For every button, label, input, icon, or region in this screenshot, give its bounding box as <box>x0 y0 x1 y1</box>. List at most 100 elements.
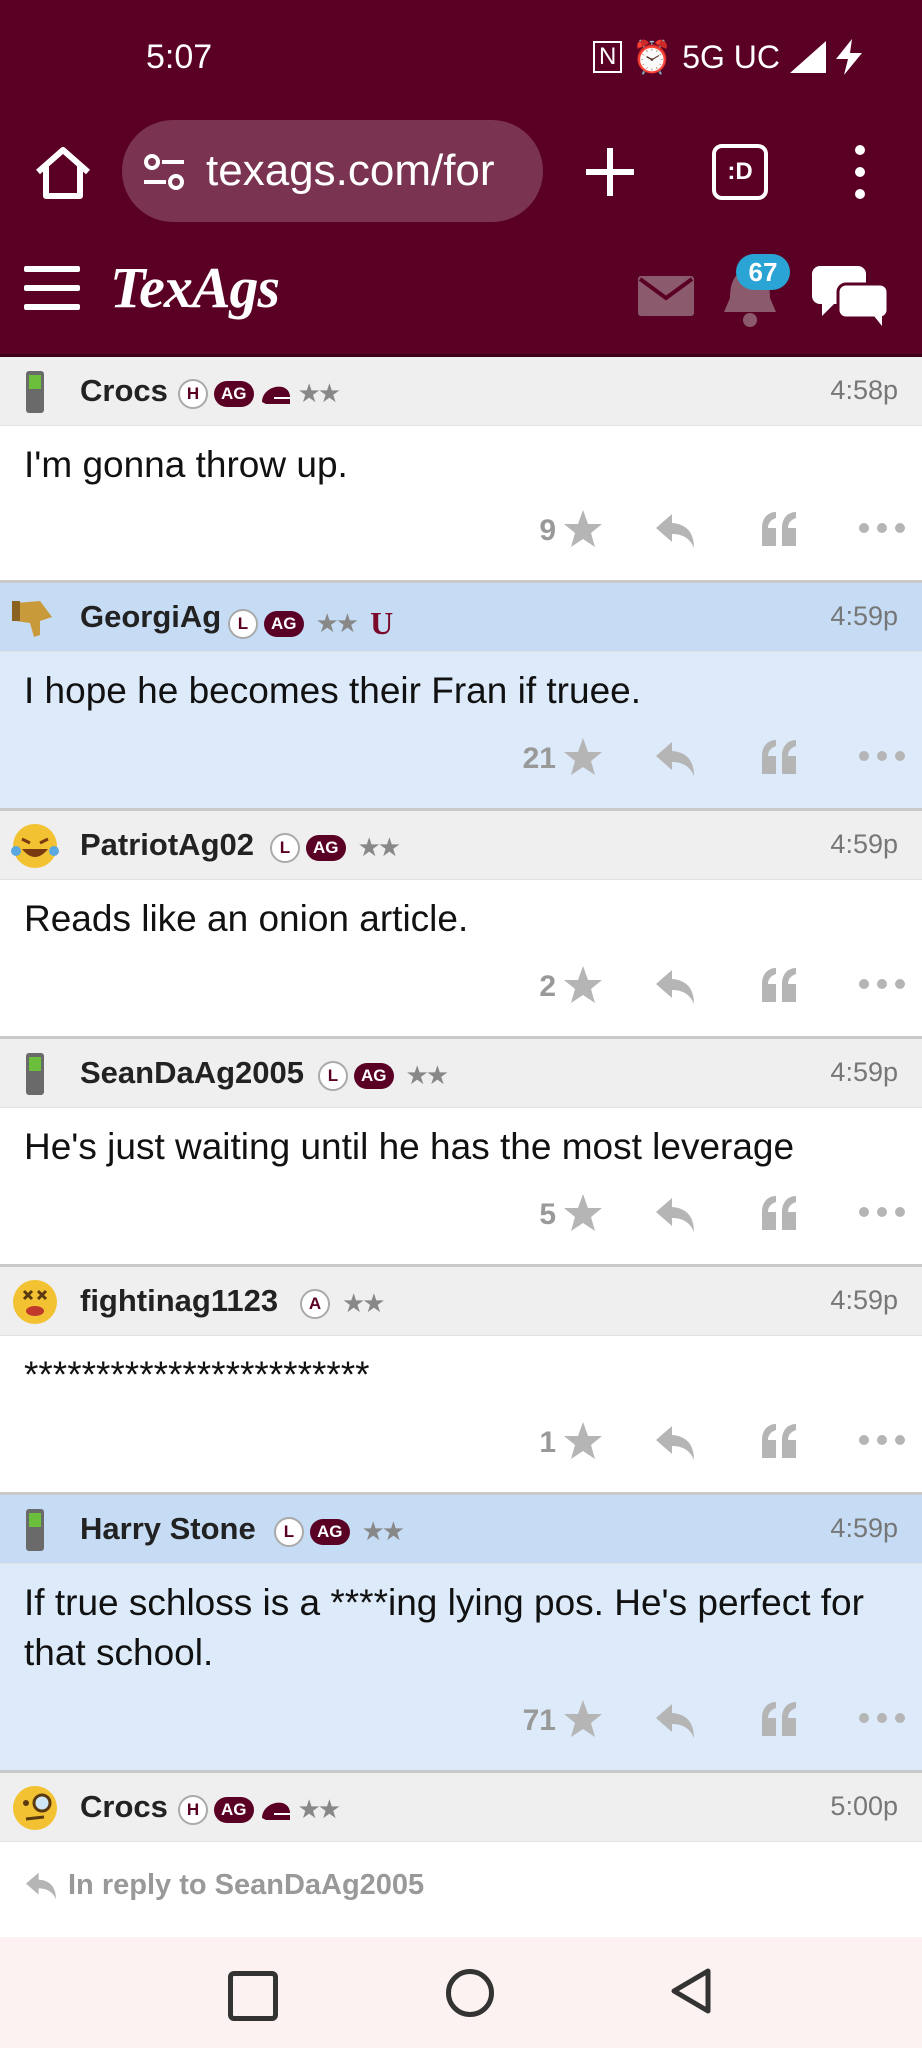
badge-ag: AG <box>264 610 304 637</box>
recents-button[interactable] <box>228 1971 278 2021</box>
dizzy-face-avatar-icon[interactable] <box>10 1277 60 1327</box>
post-username[interactable]: fightinag1123 <box>80 1283 278 1319</box>
more-horiz-icon[interactable] <box>858 748 906 764</box>
monocle-face-avatar-icon[interactable] <box>10 1783 60 1833</box>
quote-icon[interactable] <box>760 738 800 776</box>
badge-h: H <box>178 379 208 409</box>
star-icon[interactable] <box>562 1698 604 1740</box>
post-header: Crocs H AG ★★ 4:58p <box>0 357 922 426</box>
battery-charging-icon <box>836 39 862 75</box>
badge-l: L <box>318 1061 348 1091</box>
more-horiz-icon[interactable] <box>858 1710 906 1726</box>
rank-stars: ★★ <box>315 608 360 639</box>
reply-icon[interactable] <box>654 968 696 1006</box>
star-count: 71 <box>522 1704 556 1737</box>
home-button[interactable] <box>446 1969 494 2017</box>
star-icon[interactable] <box>562 508 604 550</box>
back-button[interactable] <box>668 1967 712 2015</box>
thumbs-down-avatar-icon[interactable] <box>10 593 60 643</box>
badge-ag: AG <box>306 835 346 861</box>
post: SeanDaAg2005 L AG ★★ 4:59p He's just wai… <box>0 1039 922 1267</box>
post: GeorgiAg L AG ★★ U 4:59p I hope he becom… <box>0 583 922 811</box>
star-icon[interactable] <box>562 736 604 778</box>
more-vert-icon[interactable] <box>848 142 872 202</box>
post-time[interactable]: 4:59p <box>830 601 898 632</box>
quote-icon[interactable] <box>760 1700 800 1738</box>
helmet-icon <box>261 1802 290 1820</box>
user-badges: L AG ★★ <box>270 833 402 863</box>
reply-to-link[interactable]: In reply to SeanDaAg2005 <box>24 1869 424 1902</box>
browser-toolbar: texags.com/for :D <box>0 120 922 226</box>
thread-posts: Crocs H AG ★★ 4:58p I'm gonna throw up. … <box>0 357 922 1937</box>
post-actions: 9 <box>482 508 922 560</box>
quote-icon[interactable] <box>760 510 800 548</box>
user-badges: L AG ★★ <box>318 1061 450 1091</box>
plus-icon[interactable] <box>580 142 640 202</box>
tune-icon[interactable] <box>144 154 184 190</box>
post-actions: 71 <box>482 1698 922 1750</box>
rank-stars: ★★ <box>357 833 402 863</box>
reply-icon[interactable] <box>654 1196 696 1234</box>
quote-icon[interactable] <box>760 966 800 1004</box>
post-body: He's just waiting until he has the most … <box>24 1126 795 1167</box>
hamburger-icon[interactable] <box>24 266 80 310</box>
star-icon[interactable] <box>562 1192 604 1234</box>
rank-stars: ★★ <box>405 1061 450 1091</box>
post-username[interactable]: SeanDaAg2005 <box>80 1055 304 1091</box>
post-time[interactable]: 4:58p <box>830 375 898 406</box>
chat-icon[interactable] <box>812 264 888 326</box>
post-time[interactable]: 5:00p <box>830 1791 898 1822</box>
url-text[interactable]: texags.com/for <box>206 146 526 196</box>
phone-avatar-icon[interactable] <box>10 1505 60 1555</box>
home-icon[interactable] <box>32 142 94 204</box>
rank-stars: ★★ <box>342 1289 386 1319</box>
tabs-icon[interactable]: :D <box>712 144 768 200</box>
star-icon[interactable] <box>562 1420 604 1462</box>
post-time[interactable]: 4:59p <box>830 1057 898 1088</box>
quote-icon[interactable] <box>760 1194 800 1232</box>
post-username[interactable]: GeorgiAg <box>80 599 221 635</box>
reply-icon <box>26 1872 56 1899</box>
post-body: Reads like an onion article. <box>24 898 469 939</box>
badge-l: L <box>270 833 300 863</box>
site-logo[interactable]: TexAgs <box>110 254 280 321</box>
star-count: 2 <box>539 970 556 1003</box>
post-time[interactable]: 4:59p <box>830 829 898 860</box>
post-time[interactable]: 4:59p <box>830 1285 898 1316</box>
reply-icon[interactable] <box>654 740 696 778</box>
post-body: I hope he becomes their Fran if truee. <box>24 670 642 711</box>
quote-icon[interactable] <box>760 1422 800 1460</box>
star-icon[interactable] <box>562 964 604 1006</box>
phone-avatar-icon[interactable] <box>10 367 60 417</box>
mail-icon[interactable] <box>638 276 694 316</box>
post-actions: 21 <box>482 736 922 788</box>
more-horiz-icon[interactable] <box>858 520 906 536</box>
post-actions: 1 <box>482 1420 922 1472</box>
status-icons: N ⏰ 5G UC <box>593 38 862 76</box>
more-horiz-icon[interactable] <box>858 1204 906 1220</box>
post-username[interactable]: Harry Stone <box>80 1511 256 1547</box>
post-username[interactable]: Crocs <box>80 1789 168 1825</box>
reply-icon[interactable] <box>654 1702 696 1740</box>
site-header: TexAgs 67 <box>0 226 922 357</box>
rank-stars: ★★ <box>297 379 342 409</box>
notifications-badge[interactable]: 67 <box>736 254 790 290</box>
post-username[interactable]: PatriotAg02 <box>80 827 254 863</box>
post-body: I'm gonna throw up. <box>24 444 348 485</box>
reply-icon[interactable] <box>654 1424 696 1462</box>
more-horiz-icon[interactable] <box>858 976 906 992</box>
badge-a: A <box>300 1289 330 1319</box>
laughing-avatar-icon[interactable] <box>10 821 60 871</box>
post-username[interactable]: Crocs <box>80 373 168 409</box>
phone-avatar-icon[interactable] <box>10 1049 60 1099</box>
address-bar[interactable]: texags.com/for <box>122 120 543 222</box>
signal-icon <box>790 41 826 73</box>
more-horiz-icon[interactable] <box>858 1432 906 1448</box>
network-label: 5G UC <box>682 38 780 75</box>
star-count: 9 <box>539 514 556 547</box>
badge-ag: AG <box>354 1063 394 1089</box>
reply-to-text: In reply to SeanDaAg2005 <box>68 1869 425 1901</box>
post-time[interactable]: 4:59p <box>830 1513 898 1544</box>
reply-icon[interactable] <box>654 512 696 550</box>
user-badges: L AG ★★ U <box>228 605 393 642</box>
